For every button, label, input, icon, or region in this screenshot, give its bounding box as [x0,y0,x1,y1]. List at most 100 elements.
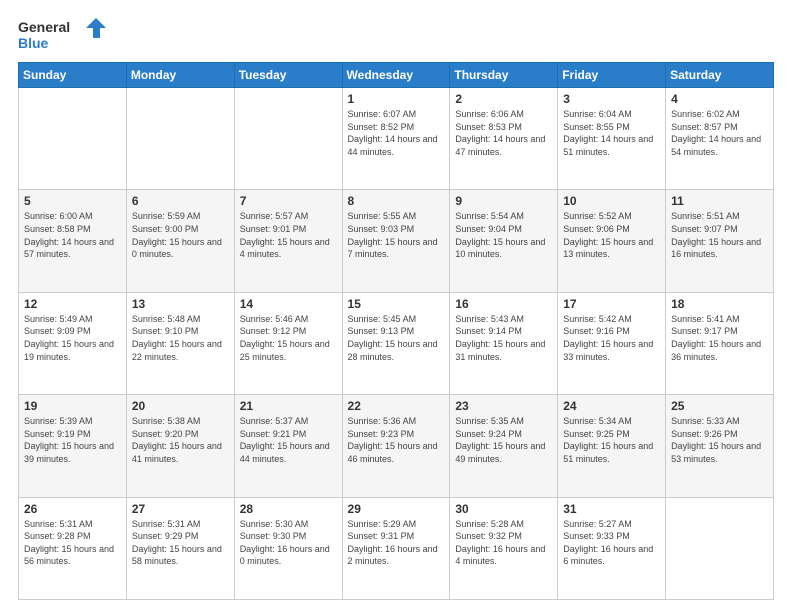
calendar-cell: 9Sunrise: 5:54 AMSunset: 9:04 PMDaylight… [450,190,558,292]
day-number: 23 [455,399,552,413]
day-info: Sunrise: 5:42 AMSunset: 9:16 PMDaylight:… [563,313,660,363]
calendar-cell: 22 Sunrise: 5:36 AMSunset: 9:23 PMDayligh… [342,395,450,497]
weekday-header: Saturday [666,63,774,88]
day-info: Sunrise: 5:31 AMSunset: 9:29 PMDaylight:… [132,518,229,568]
day-info: Sunrise: 5:38 AMSunset: 9:20 PMDaylight:… [132,415,229,465]
day-info: Sunrise: 5:33 AMSunset: 9:26 PMDaylight:… [671,415,768,465]
calendar-cell: 8 Sunrise: 5:55 AMSunset: 9:03 PMDaylight… [342,190,450,292]
day-info: Sunrise: 5:27 AMSunset: 9:33 PMDaylight:… [563,518,660,568]
svg-text:General: General [18,19,70,35]
day-info: Sunrise: 5:30 AMSunset: 9:30 PMDaylight:… [240,518,337,568]
calendar-cell [126,88,234,190]
day-number: 11 [671,194,768,208]
calendar-cell: 28Sunrise: 5:30 AMSunset: 9:30 PMDayligh… [234,497,342,599]
calendar-cell: 25 Sunrise: 5:33 AMSunset: 9:26 PMDayligh… [666,395,774,497]
day-info: Sunrise: 5:46 AMSunset: 9:12 PMDaylight:… [240,313,337,363]
calendar-cell: 20 Sunrise: 5:38 AMSunset: 9:20 PMDayligh… [126,395,234,497]
day-info: Sunrise: 5:31 AMSunset: 9:28 PMDaylight:… [24,518,121,568]
day-info: Sunrise: 5:43 AMSunset: 9:14 PMDaylight:… [455,313,552,363]
day-number: 1 [348,92,445,106]
calendar-cell: 26 Sunrise: 5:31 AMSunset: 9:28 PMDayligh… [19,497,127,599]
calendar-cell: 18 Sunrise: 5:41 AMSunset: 9:17 PMDayligh… [666,292,774,394]
calendar-cell: 24 Sunrise: 5:34 AMSunset: 9:25 PMDayligh… [558,395,666,497]
weekday-header: Thursday [450,63,558,88]
calendar-cell: 10 Sunrise: 5:52 AMSunset: 9:06 PMDayligh… [558,190,666,292]
day-info: Sunrise: 5:54 AMSunset: 9:04 PMDaylight:… [455,210,552,260]
page: General Blue SundayMondayTuesdayWednesda… [0,0,792,612]
day-info: Sunrise: 5:35 AMSunset: 9:24 PMDaylight:… [455,415,552,465]
svg-text:Blue: Blue [18,35,49,51]
weekday-header: Wednesday [342,63,450,88]
calendar-cell: 11 Sunrise: 5:51 AMSunset: 9:07 PMDayligh… [666,190,774,292]
calendar-cell: 14 Sunrise: 5:46 AMSunset: 9:12 PMDayligh… [234,292,342,394]
weekday-header: Tuesday [234,63,342,88]
day-info: Sunrise: 5:55 AMSunset: 9:03 PMDaylight:… [348,210,445,260]
day-info: Sunrise: 5:39 AMSunset: 9:19 PMDaylight:… [24,415,121,465]
day-info: Sunrise: 5:36 AMSunset: 9:23 PMDaylight:… [348,415,445,465]
calendar-table: SundayMondayTuesdayWednesdayThursdayFrid… [18,62,774,600]
calendar-cell: 19 Sunrise: 5:39 AMSunset: 9:19 PMDayligh… [19,395,127,497]
day-info: Sunrise: 6:02 AMSunset: 8:57 PMDaylight:… [671,108,768,158]
day-info: Sunrise: 5:57 AMSunset: 9:01 PMDaylight:… [240,210,337,260]
calendar-cell: 2Sunrise: 6:06 AMSunset: 8:53 PMDaylight… [450,88,558,190]
day-number: 14 [240,297,337,311]
day-number: 12 [24,297,121,311]
day-info: Sunrise: 5:45 AMSunset: 9:13 PMDaylight:… [348,313,445,363]
day-number: 22 [348,399,445,413]
day-number: 30 [455,502,552,516]
day-number: 3 [563,92,660,106]
calendar-cell: 3 Sunrise: 6:04 AMSunset: 8:55 PMDaylight… [558,88,666,190]
calendar-cell: 21 Sunrise: 5:37 AMSunset: 9:21 PMDayligh… [234,395,342,497]
day-number: 19 [24,399,121,413]
day-number: 8 [348,194,445,208]
day-info: Sunrise: 5:28 AMSunset: 9:32 PMDaylight:… [455,518,552,568]
day-number: 20 [132,399,229,413]
calendar-cell [234,88,342,190]
day-number: 4 [671,92,768,106]
calendar-cell: 6Sunrise: 5:59 AMSunset: 9:00 PMDaylight… [126,190,234,292]
day-number: 13 [132,297,229,311]
day-number: 10 [563,194,660,208]
day-info: Sunrise: 6:00 AMSunset: 8:58 PMDaylight:… [24,210,121,260]
weekday-header: Monday [126,63,234,88]
day-info: Sunrise: 6:07 AMSunset: 8:52 PMDaylight:… [348,108,445,158]
calendar-cell: 7 Sunrise: 5:57 AMSunset: 9:01 PMDaylight… [234,190,342,292]
day-info: Sunrise: 5:34 AMSunset: 9:25 PMDaylight:… [563,415,660,465]
calendar-cell: 23 Sunrise: 5:35 AMSunset: 9:24 PMDayligh… [450,395,558,497]
logo: General Blue [18,16,108,52]
day-number: 5 [24,194,121,208]
day-number: 31 [563,502,660,516]
calendar-cell: 5 Sunrise: 6:00 AMSunset: 8:58 PMDaylight… [19,190,127,292]
day-number: 18 [671,297,768,311]
weekday-header: Sunday [19,63,127,88]
day-info: Sunrise: 6:04 AMSunset: 8:55 PMDaylight:… [563,108,660,158]
day-number: 29 [348,502,445,516]
day-number: 17 [563,297,660,311]
day-info: Sunrise: 5:29 AMSunset: 9:31 PMDaylight:… [348,518,445,568]
header: General Blue [18,16,774,52]
day-number: 25 [671,399,768,413]
calendar-cell: 30 Sunrise: 5:28 AMSunset: 9:32 PMDayligh… [450,497,558,599]
day-number: 15 [348,297,445,311]
day-number: 26 [24,502,121,516]
calendar-cell: 16 Sunrise: 5:43 AMSunset: 9:14 PMDayligh… [450,292,558,394]
day-info: Sunrise: 5:59 AMSunset: 9:00 PMDaylight:… [132,210,229,260]
calendar-cell: 4 Sunrise: 6:02 AMSunset: 8:57 PMDaylight… [666,88,774,190]
day-info: Sunrise: 5:52 AMSunset: 9:06 PMDaylight:… [563,210,660,260]
calendar-cell [666,497,774,599]
calendar-cell: 1 Sunrise: 6:07 AMSunset: 8:52 PMDaylight… [342,88,450,190]
day-info: Sunrise: 5:37 AMSunset: 9:21 PMDaylight:… [240,415,337,465]
weekday-header: Friday [558,63,666,88]
day-number: 27 [132,502,229,516]
calendar-cell [19,88,127,190]
calendar-cell: 15 Sunrise: 5:45 AMSunset: 9:13 PMDayligh… [342,292,450,394]
day-number: 7 [240,194,337,208]
day-number: 16 [455,297,552,311]
day-info: Sunrise: 5:41 AMSunset: 9:17 PMDaylight:… [671,313,768,363]
day-number: 21 [240,399,337,413]
day-info: Sunrise: 6:06 AMSunset: 8:53 PMDaylight:… [455,108,552,158]
calendar-cell: 13Sunrise: 5:48 AMSunset: 9:10 PMDayligh… [126,292,234,394]
day-number: 24 [563,399,660,413]
day-info: Sunrise: 5:51 AMSunset: 9:07 PMDaylight:… [671,210,768,260]
calendar-cell: 17 Sunrise: 5:42 AMSunset: 9:16 PMDayligh… [558,292,666,394]
